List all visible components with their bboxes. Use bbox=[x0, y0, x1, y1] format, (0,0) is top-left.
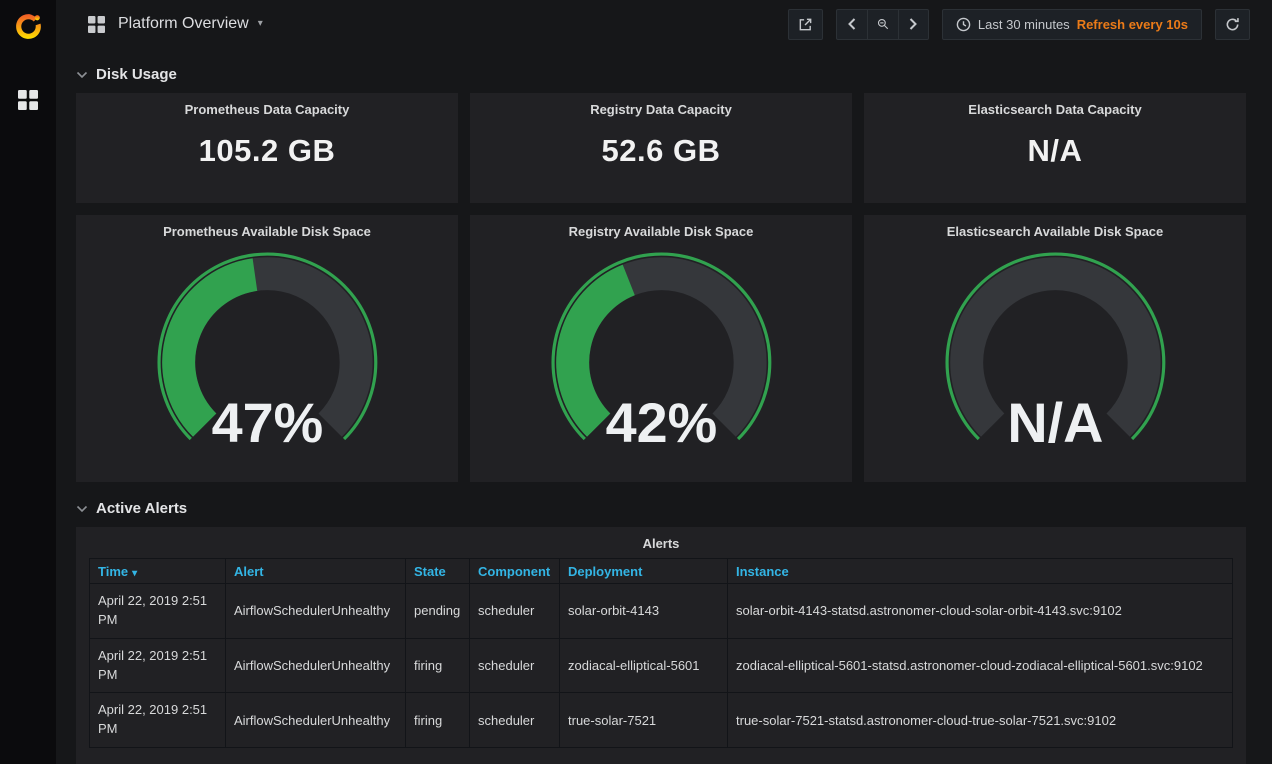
column-header-deployment[interactable]: Deployment bbox=[560, 559, 728, 584]
sidebar bbox=[0, 0, 56, 764]
section-title: Active Alerts bbox=[96, 500, 187, 517]
column-header-instance[interactable]: Instance bbox=[728, 559, 1233, 584]
section-disk-usage[interactable]: Disk Usage bbox=[76, 66, 1246, 83]
cell-deployment: zodiacal-elliptical-5601 bbox=[560, 638, 728, 693]
gauge-panel: Registry Available Disk Space 42% bbox=[470, 215, 852, 482]
column-header-alert[interactable]: Alert bbox=[226, 559, 406, 584]
gauge-value: 42% bbox=[605, 392, 717, 454]
gauge-panel: Elasticsearch Available Disk Space N/A bbox=[864, 215, 1246, 482]
dashboard-picker-icon[interactable] bbox=[88, 16, 105, 33]
grafana-flame-icon bbox=[12, 10, 45, 43]
time-back-button[interactable] bbox=[836, 9, 867, 40]
cell-state: firing bbox=[406, 638, 470, 693]
alerts-table: Time ▾ Alert State Component Deployment I… bbox=[89, 558, 1233, 748]
alert-table-row[interactable]: April 22, 2019 2:51 PM AirflowSchedulerU… bbox=[90, 584, 1233, 639]
grafana-logo[interactable] bbox=[0, 0, 56, 52]
gauge-panels-row: Prometheus Available Disk Space 47% Regi… bbox=[76, 215, 1246, 482]
cell-component: scheduler bbox=[470, 693, 560, 748]
cell-component: scheduler bbox=[470, 638, 560, 693]
panel-title: Prometheus Data Capacity bbox=[76, 93, 458, 117]
caret-down-icon: ▾ bbox=[258, 19, 263, 29]
time-range-label: Last 30 minutes bbox=[978, 17, 1070, 32]
column-label: Component bbox=[478, 564, 550, 579]
column-label: Deployment bbox=[568, 564, 642, 579]
panel-title: Registry Available Disk Space bbox=[470, 215, 852, 239]
time-forward-button[interactable] bbox=[898, 9, 929, 40]
cell-deployment: true-solar-7521 bbox=[560, 693, 728, 748]
cell-time: April 22, 2019 2:51 PM bbox=[90, 638, 226, 693]
cell-instance: true-solar-7521-statsd.astronomer-cloud-… bbox=[728, 693, 1233, 748]
chevron-left-icon bbox=[848, 18, 856, 30]
panel-title: Elasticsearch Available Disk Space bbox=[864, 215, 1246, 239]
gauge-chart: N/A bbox=[916, 242, 1195, 460]
cell-instance: solar-orbit-4143-statsd.astronomer-cloud… bbox=[728, 584, 1233, 639]
chevron-down-icon bbox=[76, 71, 88, 79]
gauge-chart: 47% bbox=[128, 242, 407, 460]
zoom-out-button[interactable] bbox=[867, 9, 898, 40]
stat-value: N/A bbox=[864, 133, 1246, 169]
time-shift-group bbox=[836, 9, 929, 40]
time-picker-button[interactable]: Last 30 minutes Refresh every 10s bbox=[942, 9, 1202, 40]
section-title: Disk Usage bbox=[96, 66, 177, 83]
stat-panel: Elasticsearch Data Capacity N/A bbox=[864, 93, 1246, 203]
sidebar-item-dashboards[interactable] bbox=[18, 90, 38, 110]
stat-panel: Registry Data Capacity 52.6 GB bbox=[470, 93, 852, 203]
stat-value: 52.6 GB bbox=[470, 133, 852, 169]
share-button[interactable] bbox=[788, 9, 823, 40]
dashboard-title-button[interactable]: Platform Overview ▾ bbox=[118, 15, 263, 33]
gauge-chart: 42% bbox=[522, 242, 801, 460]
cell-state: pending bbox=[406, 584, 470, 639]
panel-title: Elasticsearch Data Capacity bbox=[864, 93, 1246, 117]
alerts-panel-title: Alerts bbox=[76, 527, 1246, 551]
column-header-state[interactable]: State bbox=[406, 559, 470, 584]
navbar-left: Platform Overview ▾ bbox=[88, 15, 263, 33]
refresh-button[interactable] bbox=[1215, 9, 1250, 40]
gauge-value: 47% bbox=[211, 392, 323, 454]
cell-state: firing bbox=[406, 693, 470, 748]
chevron-down-icon bbox=[76, 505, 88, 513]
dashboard-content: Disk Usage Prometheus Data Capacity 105.… bbox=[56, 66, 1272, 764]
panel-title: Prometheus Available Disk Space bbox=[76, 215, 458, 239]
refresh-icon bbox=[1225, 17, 1240, 32]
section-active-alerts[interactable]: Active Alerts bbox=[76, 500, 1246, 517]
alert-table-row[interactable]: April 22, 2019 2:51 PM AirflowSchedulerU… bbox=[90, 638, 1233, 693]
sort-desc-icon: ▾ bbox=[132, 568, 137, 579]
dashboards-grid-icon bbox=[18, 90, 38, 110]
gauge-value: N/A bbox=[1007, 392, 1103, 454]
cell-alert: AirflowSchedulerUnhealthy bbox=[226, 584, 406, 639]
top-navbar: Platform Overview ▾ bbox=[56, 0, 1272, 48]
cell-deployment: solar-orbit-4143 bbox=[560, 584, 728, 639]
column-header-component[interactable]: Component bbox=[470, 559, 560, 584]
column-label: Time bbox=[98, 564, 128, 579]
cell-alert: AirflowSchedulerUnhealthy bbox=[226, 638, 406, 693]
column-header-time[interactable]: Time ▾ bbox=[90, 559, 226, 584]
column-label: Alert bbox=[234, 564, 264, 579]
cell-time: April 22, 2019 2:51 PM bbox=[90, 584, 226, 639]
table-header-row: Time ▾ Alert State Component Deployment I… bbox=[90, 559, 1233, 584]
stat-panel: Prometheus Data Capacity 105.2 GB bbox=[76, 93, 458, 203]
cell-alert: AirflowSchedulerUnhealthy bbox=[226, 693, 406, 748]
gauge-panel: Prometheus Available Disk Space 47% bbox=[76, 215, 458, 482]
alert-table-row[interactable]: April 22, 2019 2:51 PM AirflowSchedulerU… bbox=[90, 693, 1233, 748]
page-title: Platform Overview bbox=[118, 15, 249, 33]
cell-instance: zodiacal-elliptical-5601-statsd.astronom… bbox=[728, 638, 1233, 693]
cell-component: scheduler bbox=[470, 584, 560, 639]
cell-time: April 22, 2019 2:51 PM bbox=[90, 693, 226, 748]
column-label: Instance bbox=[736, 564, 789, 579]
share-icon bbox=[798, 17, 813, 32]
panel-title: Registry Data Capacity bbox=[470, 93, 852, 117]
column-label: State bbox=[414, 564, 446, 579]
navbar-right: Last 30 minutes Refresh every 10s bbox=[788, 9, 1250, 40]
stat-value: 105.2 GB bbox=[76, 133, 458, 169]
stat-panels-row: Prometheus Data Capacity 105.2 GB Regist… bbox=[76, 93, 1246, 203]
alerts-panel: Alerts Time ▾ Alert State Component Deplo… bbox=[76, 527, 1246, 764]
chevron-right-icon bbox=[909, 18, 917, 30]
refresh-interval-label: Refresh every 10s bbox=[1077, 17, 1188, 32]
clock-icon bbox=[956, 17, 971, 32]
zoom-out-icon bbox=[877, 16, 889, 32]
